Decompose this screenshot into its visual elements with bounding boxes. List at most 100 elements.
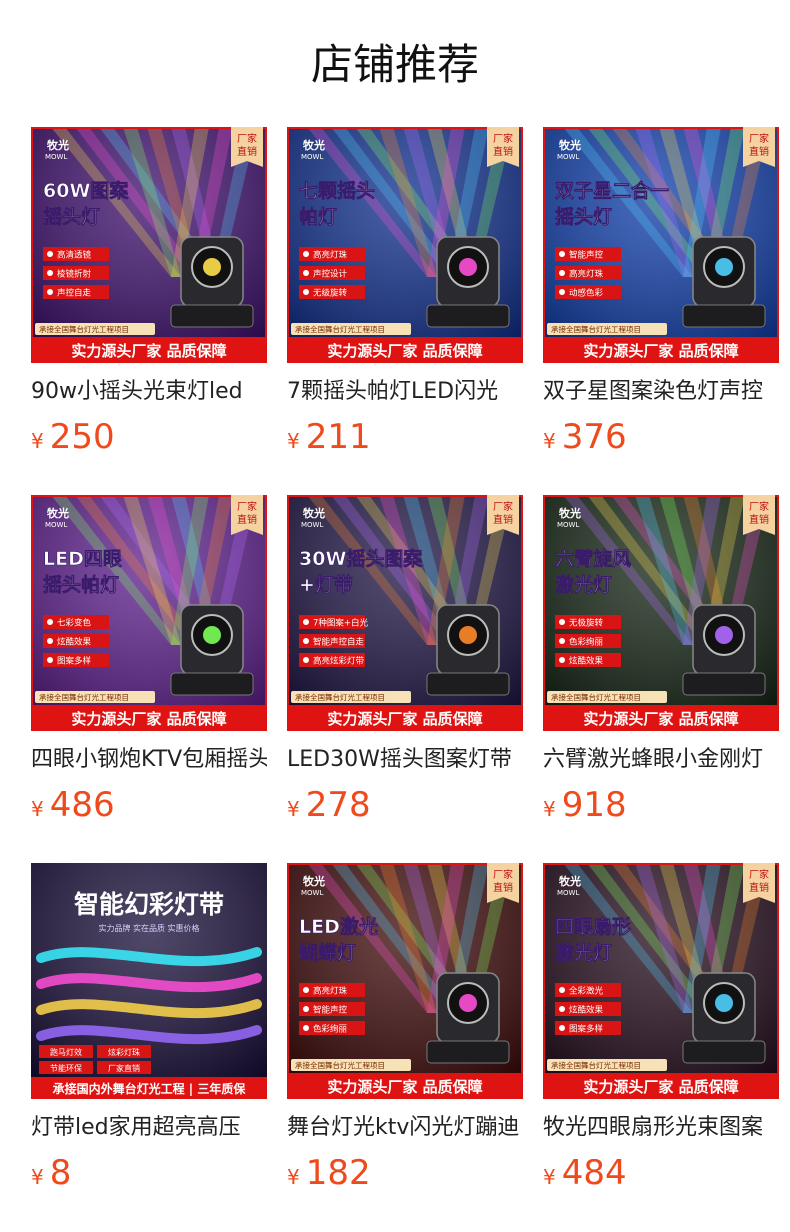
poster-strip-text: 承接全国舞台灯光工程项目 bbox=[295, 324, 385, 334]
poster-subheadline: 摇头灯 bbox=[555, 205, 612, 228]
poster-tag: 动感色彩 bbox=[569, 288, 604, 299]
fixture-illustration bbox=[682, 236, 766, 328]
product-card[interactable]: 牧光 MOWL 厂家 直销 LED四眼 摇头帕灯 七彩变色 炫酷效果 图案多样 承接全国舞台灯光工… bbox=[31, 495, 267, 825]
product-name[interactable]: 90w小摇头光束灯led bbox=[31, 377, 267, 407]
poster-tag: 7种图案+白光 bbox=[313, 618, 369, 629]
product-card[interactable]: 牧光 MOWL 厂家 直销 双子星二合一 摇头灯 智能声控 高亮灯珠 动感色彩 承接全国舞台灯光工… bbox=[543, 127, 779, 457]
poster-headline: 60W图案 bbox=[43, 179, 129, 202]
product-poster: 牧光MOWL 厂家直销 30W摇头图案 +灯带 7种图案+白光智能声控自走高亮炫彩灯带承… bbox=[287, 495, 523, 731]
product-image[interactable]: 智能幻彩灯带 实力品牌 实在品质 实惠价格 跑马灯效 炫彩灯珠 节能环保 厂家直销 承接国内… bbox=[31, 863, 267, 1099]
poster-headline: 双子星二合一 bbox=[555, 179, 669, 202]
currency-symbol: ¥ bbox=[31, 1165, 44, 1189]
poster-banner-text: 实力源头厂家 品质保障 bbox=[71, 710, 226, 728]
currency-symbol: ¥ bbox=[543, 1165, 556, 1189]
poster-tag: 炫彩灯珠 bbox=[108, 1047, 140, 1057]
product-poster: 智能幻彩灯带实力品牌 实在品质 实惠价格跑马灯效 炫彩灯珠节能环保 厂家直销承接国内… bbox=[31, 863, 267, 1099]
product-card[interactable]: 牧光 MOWL 厂家 直销 30W摇头图案 +灯带 7种图案+白光 智能声控自走 高亮炫彩灯带承… bbox=[287, 495, 523, 825]
currency-symbol: ¥ bbox=[543, 797, 556, 821]
poster-tag: 炫酷效果 bbox=[569, 656, 604, 667]
product-image[interactable]: 牧光 MOWL 厂家 直销 LED四眼 摇头帕灯 七彩变色 炫酷效果 图案多样 承接全国舞台灯光工… bbox=[31, 495, 267, 731]
brand-subtext: MOWL bbox=[557, 521, 579, 529]
product-price: ¥211 bbox=[287, 417, 371, 463]
product-poster: 牧光MOWL 厂家直销 LED激光蝴蝶灯高亮灯珠智能声控色彩绚丽承接全国舞台灯光工程… bbox=[287, 863, 523, 1099]
product-name[interactable]: 六臂激光蜂眼小金刚灯 bbox=[543, 745, 779, 775]
poster-tag: 七彩变色 bbox=[57, 618, 92, 629]
price-value: 376 bbox=[561, 417, 627, 457]
section-title: 店铺推荐 bbox=[310, 40, 479, 89]
poster-banner-text: 实力源头厂家 品质保障 bbox=[71, 342, 226, 360]
fixture-illustration bbox=[682, 604, 766, 696]
poster-subheadline: +灯带 bbox=[299, 574, 353, 596]
badge-line-2: 直销 bbox=[749, 513, 769, 526]
poster-headline: LED四眼 bbox=[43, 548, 122, 570]
poster-tag: 声控设计 bbox=[313, 269, 348, 280]
badge-line-2: 直销 bbox=[493, 881, 513, 894]
poster-tag: 无极旋转 bbox=[569, 618, 604, 629]
product-name[interactable]: 7颗摇头帕灯LED闪光 bbox=[287, 377, 523, 407]
poster-bottom-banner: 承接国内外舞台灯光工程 | 三年质保 bbox=[53, 1081, 247, 1096]
product-image[interactable]: 牧光 MOWL 厂家 直销 双子星二合一 摇头灯 智能声控 高亮灯珠 动感色彩 承接全国舞台灯光工… bbox=[543, 127, 779, 363]
product-price: ¥484 bbox=[543, 1153, 627, 1199]
poster-tag: 高亮灯珠 bbox=[313, 986, 348, 997]
brand-logo: 牧光 bbox=[303, 506, 325, 520]
poster-strip-text: 承接全国舞台灯光工程项目 bbox=[295, 692, 385, 702]
product-name[interactable]: 牧光四眼扇形光束图案 bbox=[543, 1113, 779, 1143]
poster-banner-text: 实力源头厂家 品质保障 bbox=[327, 342, 482, 360]
badge-line-1: 厂家 bbox=[493, 132, 513, 145]
brand-subtext: MOWL bbox=[301, 889, 323, 897]
product-card[interactable]: 牧光 MOWL 厂家 直销 60W图案 摇头灯 高清透镜 棱镜折射 声控自走 承接全国舞台灯光工程… bbox=[31, 127, 267, 457]
price-value: 211 bbox=[305, 417, 371, 457]
poster-tag: 厂家直销 bbox=[108, 1063, 140, 1073]
product-image[interactable]: 牧光 MOWL 厂家 直销 四眼扇形 激光灯 全彩激光 炫酷效果 图案多样 承接全国舞台灯光工程项… bbox=[543, 863, 779, 1099]
currency-symbol: ¥ bbox=[31, 797, 44, 821]
badge-line-1: 厂家 bbox=[749, 868, 769, 881]
product-name[interactable]: 四眼小钢炮KTV包厢摇头 bbox=[31, 745, 267, 775]
product-card[interactable]: 智能幻彩灯带 实力品牌 实在品质 实惠价格 跑马灯效 炫彩灯珠 节能环保 厂家直销 承接国内… bbox=[31, 863, 267, 1193]
product-price: ¥376 bbox=[543, 417, 627, 463]
brand-subtext: MOWL bbox=[301, 521, 323, 529]
product-name[interactable]: 舞台灯光ktv闪光灯蹦迪 bbox=[287, 1113, 523, 1143]
brand-subtext: MOWL bbox=[45, 153, 67, 161]
badge-line-1: 厂家 bbox=[749, 500, 769, 513]
price-value: 484 bbox=[561, 1153, 627, 1193]
poster-headline: 六臂旋风 bbox=[555, 547, 631, 570]
badge-line-2: 直销 bbox=[749, 881, 769, 894]
product-poster: 牧光MOWL 厂家直销 LED四眼摇头帕灯七彩变色炫酷效果图案多样承接全国舞台灯光工… bbox=[31, 495, 267, 731]
price-value: 250 bbox=[49, 417, 115, 457]
poster-headline: 四眼扇形 bbox=[555, 915, 631, 938]
poster-tag: 高清透镜 bbox=[57, 250, 92, 261]
product-image[interactable]: 牧光 MOWL 厂家 直销 30W摇头图案 +灯带 7种图案+白光 智能声控自走 高亮炫彩灯带承… bbox=[287, 495, 523, 731]
poster-tag: 节能环保 bbox=[50, 1063, 82, 1073]
brand-subtext: MOWL bbox=[557, 153, 579, 161]
currency-symbol: ¥ bbox=[287, 797, 300, 821]
product-image[interactable]: 牧光 MOWL 厂家 直销 LED激光 蝴蝶灯 高亮灯珠 智能声控 色彩绚丽 承接全国舞台灯光工程… bbox=[287, 863, 523, 1099]
brand-logo: 牧光 bbox=[303, 138, 325, 152]
poster-tag: 色彩绚丽 bbox=[313, 1024, 348, 1035]
poster-headline: 30W摇头图案 bbox=[299, 547, 423, 570]
poster-slogan: 实力品牌 实在品质 实惠价格 bbox=[98, 923, 199, 933]
fixture-illustration bbox=[426, 972, 510, 1064]
product-card[interactable]: 牧光 MOWL 厂家 直销 四眼扇形 激光灯 全彩激光 炫酷效果 图案多样 承接全国舞台灯光工程项… bbox=[543, 863, 779, 1193]
product-card[interactable]: 牧光 MOWL 厂家 直销 七颗摇头 帕灯 高亮灯珠 声控设计 无级旋转 承接全国舞台灯光工程项目… bbox=[287, 127, 523, 457]
product-image[interactable]: 牧光 MOWL 厂家 直销 60W图案 摇头灯 高清透镜 棱镜折射 声控自走 承接全国舞台灯光工程… bbox=[31, 127, 267, 363]
product-image[interactable]: 牧光 MOWL 厂家 直销 七颗摇头 帕灯 高亮灯珠 声控设计 无级旋转 承接全国舞台灯光工程项目… bbox=[287, 127, 523, 363]
product-name[interactable]: LED30W摇头图案灯带 bbox=[287, 745, 523, 775]
product-name[interactable]: 双子星图案染色灯声控 bbox=[543, 377, 779, 407]
brand-subtext: MOWL bbox=[557, 889, 579, 897]
poster-subheadline: 摇头帕灯 bbox=[43, 573, 119, 596]
product-card[interactable]: 牧光 MOWL 厂家 直销 LED激光 蝴蝶灯 高亮灯珠 智能声控 色彩绚丽 承接全国舞台灯光工程… bbox=[287, 863, 523, 1193]
badge-line-2: 直销 bbox=[493, 145, 513, 158]
badge-line-2: 直销 bbox=[493, 513, 513, 526]
price-value: 918 bbox=[561, 785, 627, 825]
poster-strip-text: 承接全国舞台灯光工程项目 bbox=[551, 1060, 641, 1070]
poster-strip-text: 承接全国舞台灯光工程项目 bbox=[551, 692, 641, 702]
poster-banner-text: 实力源头厂家 品质保障 bbox=[583, 1078, 738, 1096]
currency-symbol: ¥ bbox=[31, 429, 44, 453]
currency-symbol: ¥ bbox=[287, 429, 300, 453]
brand-subtext: MOWL bbox=[45, 521, 67, 529]
product-price: ¥182 bbox=[287, 1153, 371, 1199]
product-card[interactable]: 牧光 MOWL 厂家 直销 六臂旋风 激光灯 无极旋转 色彩绚丽 炫酷效果 承接全国舞台灯光工程项… bbox=[543, 495, 779, 825]
product-name[interactable]: 灯带led家用超亮高压 bbox=[31, 1113, 267, 1143]
product-image[interactable]: 牧光 MOWL 厂家 直销 六臂旋风 激光灯 无极旋转 色彩绚丽 炫酷效果 承接全国舞台灯光工程项… bbox=[543, 495, 779, 731]
poster-banner-text: 实力源头厂家 品质保障 bbox=[327, 1078, 482, 1096]
